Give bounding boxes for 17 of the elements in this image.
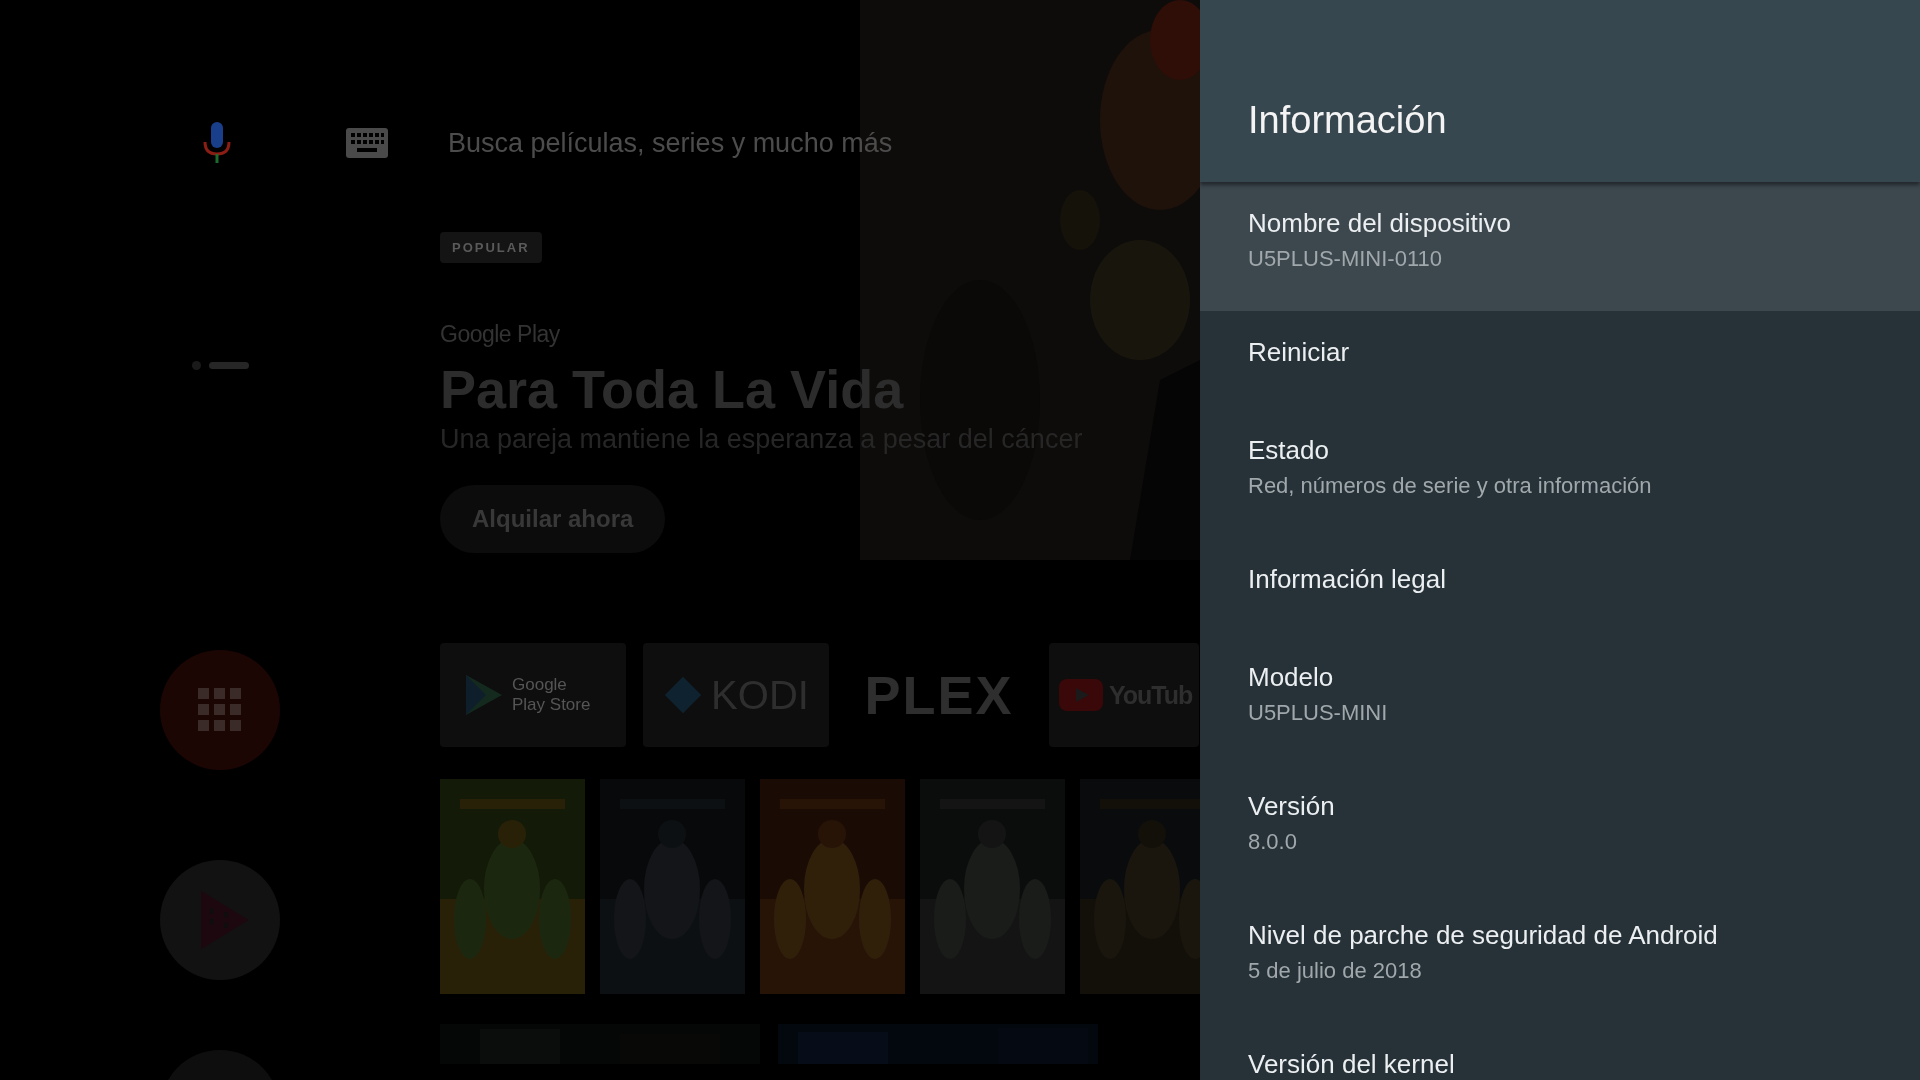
settings-item[interactable]: Información legal (1200, 538, 1920, 636)
play-triangle-icon (464, 673, 504, 717)
popular-tag: POPULAR (440, 232, 542, 263)
panel-title: Información (1248, 97, 1447, 142)
settings-item[interactable]: Versión del kernel (1200, 1023, 1920, 1080)
settings-item[interactable]: Nombre del dispositivo U5PLUS-MINI-0110 (1200, 182, 1920, 311)
settings-item[interactable]: Reiniciar (1200, 311, 1920, 409)
play-icon (1059, 679, 1103, 711)
search-field[interactable]: Busca películas, series y mucho más (448, 127, 1008, 159)
keyboard-icon[interactable] (346, 128, 388, 158)
grid-icon (198, 688, 242, 732)
app-name: Google Play Store (512, 675, 592, 715)
microphone-icon[interactable] (202, 122, 232, 164)
settings-item[interactable]: Nivel de parche de seguridad de Android 5 de julio de 2018 (1200, 894, 1920, 1023)
settings-item[interactable]: Modelo U5PLUS-MINI (1200, 636, 1920, 765)
settings-item[interactable]: Versión 8.0.0 (1200, 765, 1920, 894)
settings-item[interactable]: Estado Red, números de serie y otra información (1200, 409, 1920, 538)
